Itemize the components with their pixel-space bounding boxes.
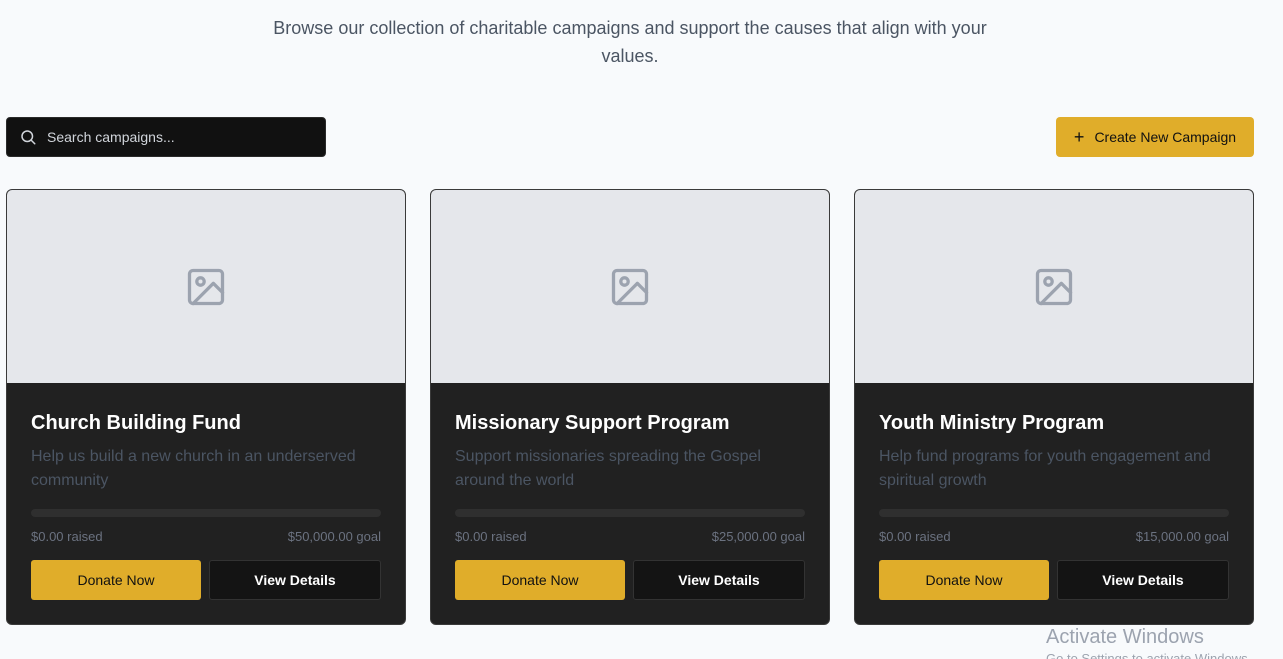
goal-amount: $15,000.00 goal [1135,529,1229,544]
campaign-image-placeholder [7,190,405,383]
image-placeholder-icon [611,268,649,305]
raised-amount: $0.00 raised [31,529,103,544]
progress-bar [31,509,381,517]
campaign-card: Missionary Support Program Support missi… [430,189,830,625]
campaign-card: Youth Ministry Program Help fund program… [854,189,1254,625]
raised-amount: $0.00 raised [455,529,527,544]
campaign-image-placeholder [431,190,829,383]
campaign-description: Support missionaries spreading the Gospe… [455,448,761,489]
campaign-card: Church Building Fund Help us build a new… [6,189,406,625]
campaign-title: Church Building Fund [31,412,241,434]
donate-button[interactable]: Donate Now [455,560,625,600]
view-details-button[interactable]: View Details [209,560,381,600]
image-placeholder-icon [187,268,225,305]
view-details-button[interactable]: View Details [1057,560,1229,600]
activate-windows-subtitle: Go to Settings to activate Windows. [1046,651,1252,659]
activate-windows-title: Activate Windows [1046,626,1204,648]
image-placeholder-icon [1035,268,1073,305]
page-intro: Browse our collection of charitable camp… [273,18,987,66]
progress-bar [455,509,805,517]
campaign-image-placeholder [855,190,1253,383]
campaign-description: Help fund programs for youth engagement … [879,448,1211,489]
goal-amount: $25,000.00 goal [711,529,805,544]
create-campaign-label: Create New Campaign [1094,129,1237,145]
search-bar[interactable] [6,117,326,157]
create-campaign-button[interactable]: + Create New Campaign [1056,117,1254,157]
donate-button[interactable]: Donate Now [879,560,1049,600]
donate-button[interactable]: Donate Now [31,560,201,600]
plus-icon: + [1073,127,1085,147]
campaign-description: Help us build a new church in an underse… [31,448,356,489]
raised-amount: $0.00 raised [879,529,951,544]
goal-amount: $50,000.00 goal [287,529,381,544]
progress-bar [879,509,1229,517]
view-details-button[interactable]: View Details [633,560,805,600]
search-icon [21,130,36,145]
campaign-title: Missionary Support Program [455,412,730,434]
campaign-title: Youth Ministry Program [879,412,1105,434]
search-input[interactable] [47,129,297,145]
